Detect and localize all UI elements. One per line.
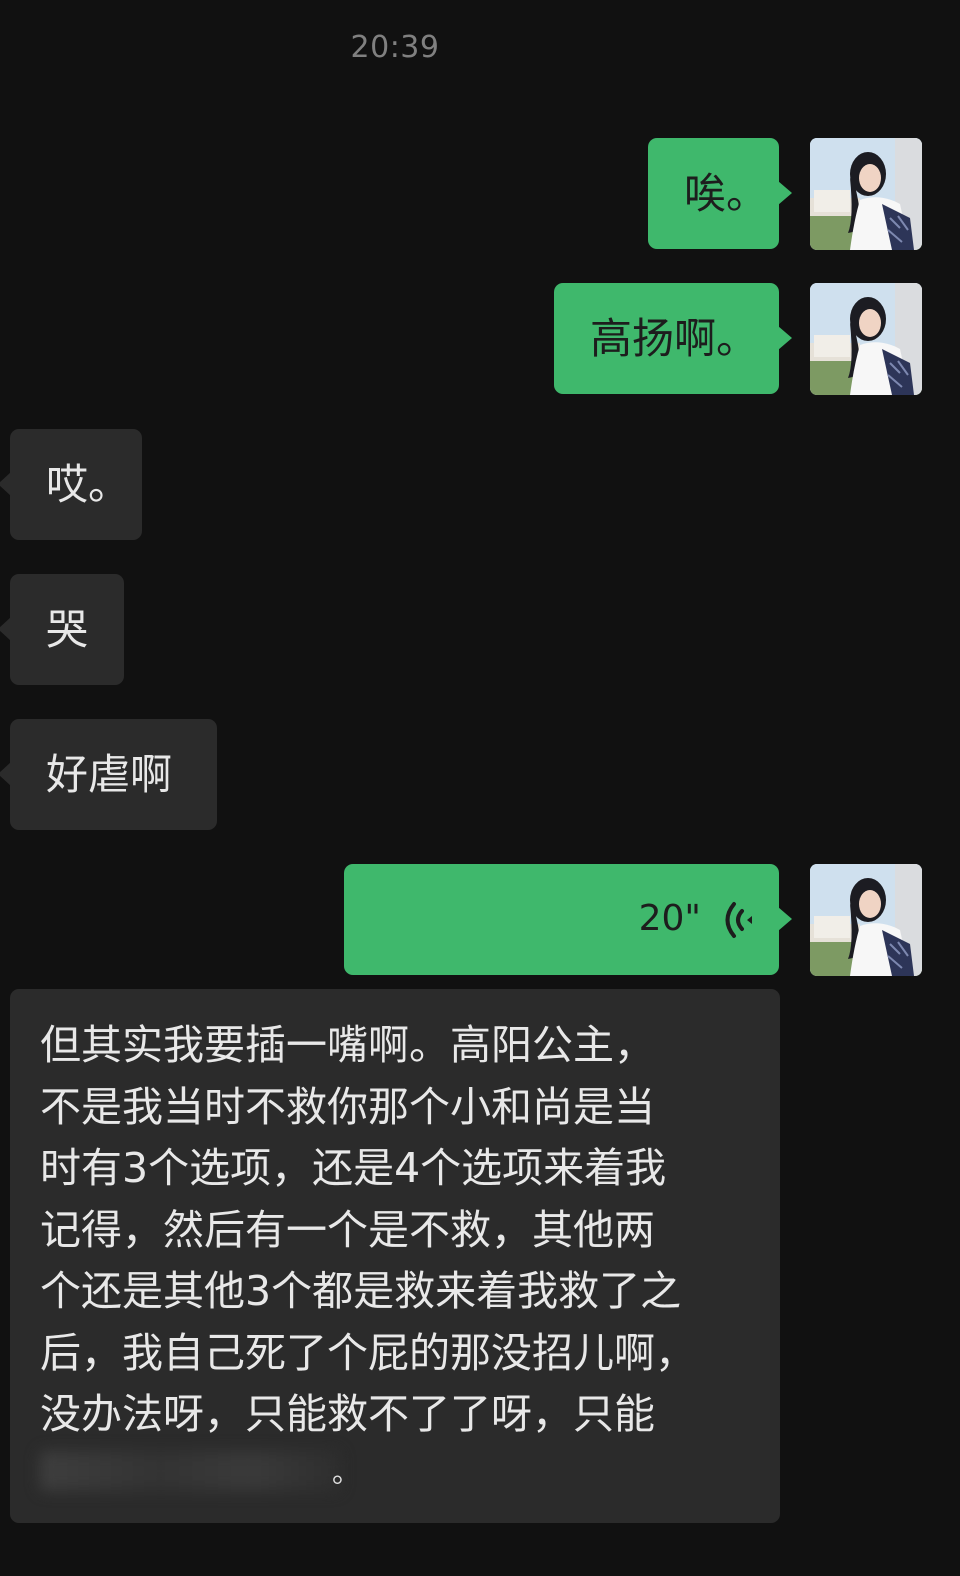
avatar-photo-icon [810, 283, 922, 395]
message-bubble-received[interactable]: 好虐啊 [0, 719, 217, 830]
message-bubble-received[interactable]: 哭 [0, 574, 124, 685]
chat-timestamp: 20:39 [350, 30, 440, 65]
avatar-photo-icon [810, 864, 922, 976]
message-bubble-sent[interactable]: 唉。 [648, 138, 792, 249]
avatar[interactable] [810, 138, 922, 250]
message-text: 哎。 [46, 460, 131, 509]
avatar[interactable] [810, 283, 922, 395]
message-bubble-received[interactable]: 但其实我要插一嘴啊。高阳公主， 不是我当时不救你那个小和尚是当 时有3个选项，还… [10, 989, 780, 1523]
voice-wave-icon [725, 902, 752, 938]
avatar[interactable] [810, 864, 922, 976]
message-text: 哭 [46, 605, 89, 654]
message-bubble-received[interactable]: 哎。 [0, 429, 142, 540]
message-text: 好虐啊 [46, 750, 173, 799]
avatar-photo-icon [810, 138, 922, 250]
message-text: 唉。 [684, 169, 769, 218]
voice-duration: 20" [638, 898, 701, 939]
message-text: 高扬啊。 [590, 314, 759, 363]
trailing-punctuation: 。 [332, 1456, 361, 1489]
message-bubble-sent[interactable]: 高扬啊。 [554, 283, 792, 394]
voice-message-bubble[interactable]: 20" [344, 864, 792, 975]
blurred-text-region [40, 1451, 340, 1491]
message-text: 但其实我要插一嘴啊。高阳公主， 不是我当时不救你那个小和尚是当 时有3个选项，还… [40, 1021, 696, 1438]
